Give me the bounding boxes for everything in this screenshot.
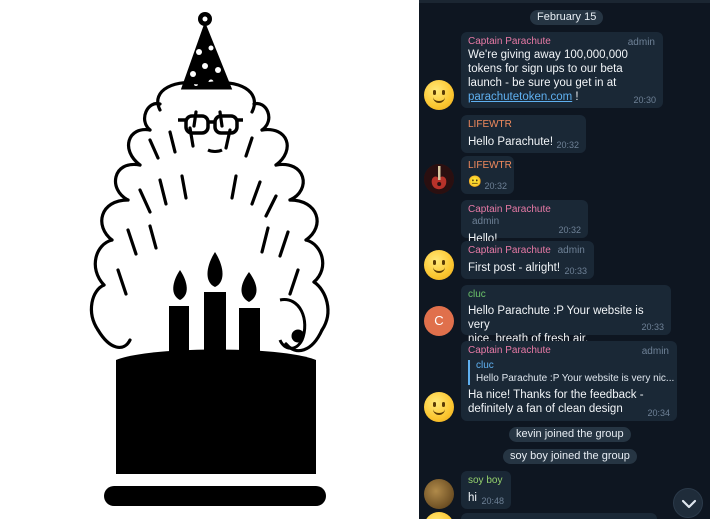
cake (104, 349, 326, 506)
message-time: 20:34 (647, 408, 670, 418)
message-time: 20:32 (484, 181, 507, 191)
illustration-panel (0, 0, 419, 519)
guitar-photo-avatar-icon[interactable] (424, 164, 454, 194)
smiley-avatar-icon[interactable] (424, 80, 454, 110)
yeti-hand (278, 298, 307, 350)
candles (169, 252, 260, 358)
cake-plate (104, 486, 326, 506)
date-separator: February 15 (530, 10, 604, 25)
chevron-down-icon (681, 499, 697, 509)
reply-text: Hello Parachute :P Your website is very … (476, 373, 675, 384)
party-hat (180, 12, 233, 90)
sender-name[interactable]: LIFEWTR (468, 119, 580, 131)
message-time: 20:30 (633, 95, 656, 105)
sender-name[interactable]: cluc (468, 289, 665, 301)
sender-name[interactable]: Captain Parachute admin (468, 245, 588, 257)
top-divider (419, 0, 710, 3)
reply-sender: cluc (476, 360, 494, 371)
message-bubble[interactable]: LIFEWTR Hello Parachute! 20:32 (461, 115, 586, 153)
sender-name[interactable]: Captain Parachute (468, 345, 671, 357)
message-time: 20:33 (564, 266, 587, 276)
reply-quote[interactable]: cluc Hello Parachute :P Your website is … (468, 360, 675, 385)
message-text: Hello Parachute :P Your website is very … (468, 305, 644, 345)
letter-avatar-icon[interactable]: C (424, 306, 454, 336)
smiley-avatar-icon[interactable] (424, 250, 454, 280)
birthday-yeti-illustration (89, 12, 330, 506)
message-time: 20:32 (556, 140, 579, 150)
message-link[interactable]: parachutetoken.com (468, 91, 572, 103)
message-bubble[interactable]: LIFEWTR 😐 20:32 (461, 156, 514, 194)
message-time: 20:32 (558, 225, 581, 235)
smiley-avatar-icon[interactable] (424, 512, 454, 519)
message-bubble[interactable]: soy boy hi 20:48 (461, 471, 511, 509)
sender-name[interactable]: soy boy (468, 475, 505, 487)
message-time: 20:48 (481, 496, 504, 506)
admin-badge: admin (641, 346, 669, 357)
message-bubble[interactable]: cluc Hello Parachute :P Your website is … (461, 285, 671, 345)
message-bubble[interactable]: Captain Parachute admin cluc Hello Parac… (461, 341, 677, 421)
service-message: kevin joined the group (509, 427, 631, 442)
smiley-avatar-icon[interactable] (424, 392, 454, 422)
service-message: soy boy joined the group (503, 449, 637, 464)
message-text: Ha nice! Thanks for the feedback - defin… (468, 389, 644, 415)
message-bubble[interactable]: Captain Parachute admin Hello! 20:32 (461, 200, 588, 245)
admin-badge: admin (557, 245, 585, 256)
yeti-glasses (178, 114, 243, 135)
message-bubble[interactable]: Captain Parachute admin First post - alr… (461, 241, 594, 279)
message-bubble[interactable] (461, 513, 657, 519)
sender-name[interactable]: LIFEWTR (468, 160, 512, 172)
chat-panel[interactable]: February 15 Captain Parachute admin We'r… (419, 0, 710, 519)
admin-badge: admin (627, 37, 655, 48)
message-bubble[interactable]: Captain Parachute admin We're giving awa… (461, 32, 663, 108)
message-time: 20:33 (641, 322, 664, 332)
scroll-to-bottom-button[interactable] (673, 488, 703, 518)
texture-photo-avatar-icon[interactable] (424, 479, 454, 509)
admin-badge: admin (472, 216, 500, 227)
message-text: We're giving away 100,000,000 tokens for… (468, 49, 628, 103)
